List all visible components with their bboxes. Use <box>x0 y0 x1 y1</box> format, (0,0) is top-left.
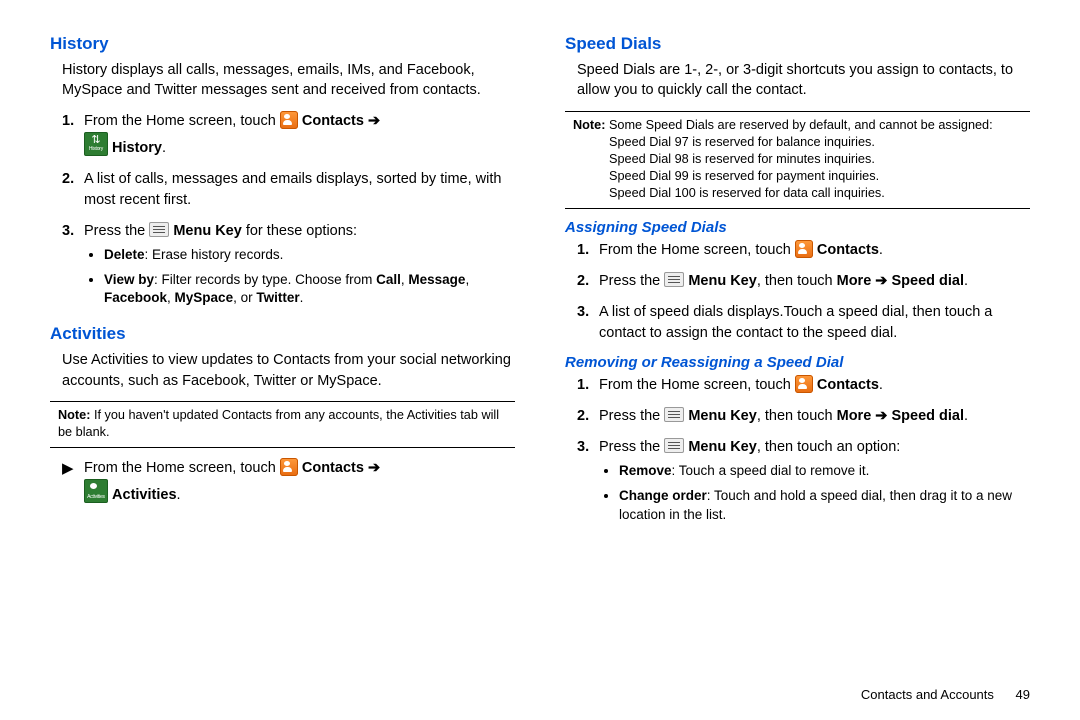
contacts-icon <box>280 458 298 476</box>
speeddials-note: Note: Some Speed Dials are reserved by d… <box>565 111 1030 210</box>
triangle-bullet-icon: ▶ <box>62 458 84 506</box>
speeddials-heading: Speed Dials <box>565 34 1030 54</box>
remove-options: Remove: Touch a speed dial to remove it.… <box>599 462 1030 525</box>
step-number: 1. <box>62 111 84 159</box>
manual-page: History History displays all calls, mess… <box>0 0 1080 720</box>
option-viewby: View by: Filter records by type. Choose … <box>104 271 515 309</box>
assign-steps: 1. From the Home screen, touch Contacts.… <box>565 240 1030 344</box>
activities-heading: Activities <box>50 324 515 344</box>
page-number: 49 <box>1016 687 1030 702</box>
activities-note: Note: If you haven't updated Contacts fr… <box>50 401 515 448</box>
section-name: Contacts and Accounts <box>861 687 994 702</box>
left-column: History History displays all calls, mess… <box>50 34 515 720</box>
assign-step-1: 1. From the Home screen, touch Contacts. <box>577 240 1030 261</box>
contacts-icon <box>795 375 813 393</box>
history-step-1: 1. From the Home screen, touch Contacts … <box>62 111 515 159</box>
menu-key-icon <box>664 407 684 422</box>
assign-heading: Assigning Speed Dials <box>565 219 1030 236</box>
step-number: 2. <box>62 169 84 211</box>
menu-key-icon <box>664 272 684 287</box>
history-options: Delete: Erase history records. View by: … <box>84 246 515 309</box>
history-steps: 1. From the Home screen, touch Contacts … <box>50 111 515 315</box>
remove-steps: 1. From the Home screen, touch Contacts.… <box>565 375 1030 531</box>
speeddials-intro: Speed Dials are 1-, 2-, or 3-digit short… <box>577 60 1030 101</box>
remove-step-2: 2. Press the Menu Key, then touch More ➔… <box>577 406 1030 427</box>
remove-heading: Removing or Reassigning a Speed Dial <box>565 354 1030 371</box>
remove-step-1: 1. From the Home screen, touch Contacts. <box>577 375 1030 396</box>
contacts-icon <box>280 111 298 129</box>
option-delete: Delete: Erase history records. <box>104 246 515 265</box>
history-heading: History <box>50 34 515 54</box>
menu-key-icon <box>664 438 684 453</box>
right-column: Speed Dials Speed Dials are 1-, 2-, or 3… <box>565 34 1030 720</box>
history-step-2: 2. A list of calls, messages and emails … <box>62 169 515 211</box>
menu-key-icon <box>149 222 169 237</box>
remove-step-3: 3. Press the Menu Key, then touch an opt… <box>577 437 1030 531</box>
history-step-3: 3. Press the Menu Key for these options:… <box>62 221 515 315</box>
page-footer: Contacts and Accounts 49 <box>861 687 1030 702</box>
assign-step-3: 3. A list of speed dials displays.Touch … <box>577 302 1030 344</box>
history-intro: History displays all calls, messages, em… <box>62 60 515 101</box>
assign-step-2: 2. Press the Menu Key, then touch More ➔… <box>577 271 1030 292</box>
history-icon: History <box>84 132 108 156</box>
option-change-order: Change order: Touch and hold a speed dia… <box>619 487 1030 525</box>
activities-step: ▶ From the Home screen, touch Contacts ➔… <box>50 458 515 506</box>
option-remove: Remove: Touch a speed dial to remove it. <box>619 462 1030 481</box>
activities-icon: Activities <box>84 479 108 503</box>
step-number: 3. <box>62 221 84 315</box>
contacts-icon <box>795 240 813 258</box>
activities-intro: Use Activities to view updates to Contac… <box>62 350 515 391</box>
